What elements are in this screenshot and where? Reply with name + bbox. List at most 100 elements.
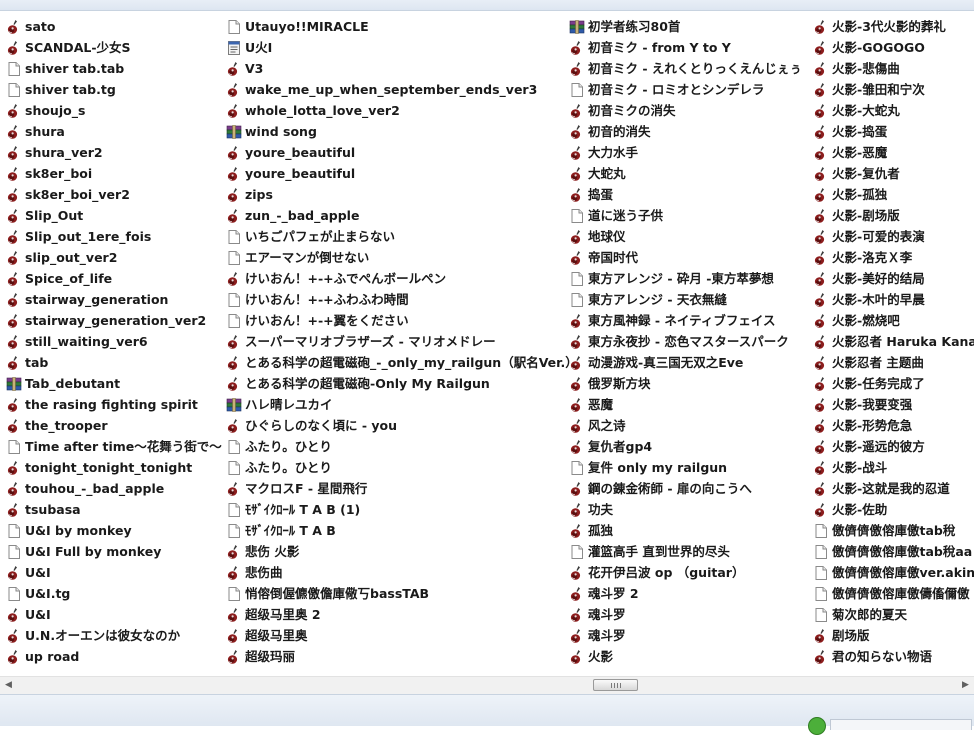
file-item[interactable]: shiver tab.tg <box>6 79 220 100</box>
file-item[interactable]: 火影-3代火影的葬礼 <box>813 16 974 37</box>
file-item[interactable]: 火影-复仇者 <box>813 163 974 184</box>
file-item[interactable]: 魂斗罗 2 <box>569 583 809 604</box>
file-item[interactable]: マクロスF - 星間飛行 <box>226 478 564 499</box>
file-item[interactable]: shura_ver2 <box>6 142 220 163</box>
file-item[interactable]: 灌篮高手 直到世界的尽头 <box>569 541 809 562</box>
file-item[interactable]: 火影-我要变强 <box>813 394 974 415</box>
file-item[interactable]: 火影-遥远的彼方 <box>813 436 974 457</box>
file-item[interactable]: 儌儕儕儌傛庫儌儔傗儞儌 <box>813 583 974 604</box>
file-item[interactable]: 悄傛倒偓儦儌儋庫儆丂bassTAB <box>226 583 564 604</box>
file-item[interactable]: ひぐらしのなく頃に - you <box>226 415 564 436</box>
file-item[interactable]: 火影-雏田和宁次 <box>813 79 974 100</box>
file-item[interactable]: ﾓｻﾞｲｸﾛｰﾙ T A B <box>226 520 564 541</box>
file-item[interactable]: 悲伤 火影 <box>226 541 564 562</box>
file-item[interactable]: V3 <box>226 58 564 79</box>
file-item[interactable]: 初音ミクの消失 <box>569 100 809 121</box>
file-item[interactable]: 初音ミク - えれくとりっくえんじぇぅ <box>569 58 809 79</box>
file-item[interactable]: still_waiting_ver6 <box>6 331 220 352</box>
file-item[interactable]: 儌儕儕儌傛庫儌tab稅aa <box>813 541 974 562</box>
file-item[interactable]: youre_beautiful <box>226 142 564 163</box>
file-item[interactable]: the_trooper <box>6 415 220 436</box>
file-item[interactable]: shoujo_s <box>6 100 220 121</box>
file-item[interactable]: up road <box>6 646 220 667</box>
file-list-view[interactable]: sato SCANDAL-少女S shiver tab.tab shiver tab.… <box>0 11 974 675</box>
file-item[interactable]: U.N.オーエンは彼女なのか <box>6 625 220 646</box>
file-item[interactable]: 复件 only my railgun <box>569 457 809 478</box>
file-item[interactable]: 儌儕儕儌傛庫儌tab稅 <box>813 520 974 541</box>
file-item[interactable]: 火影-捣蛋 <box>813 121 974 142</box>
file-item[interactable]: tonight_tonight_tonight <box>6 457 220 478</box>
file-item[interactable]: 菊次郎的夏天 <box>813 604 974 625</box>
file-item[interactable]: 捣蛋 <box>569 184 809 205</box>
file-item[interactable]: SCANDAL-少女S <box>6 37 220 58</box>
file-item[interactable]: Slip_out_1ere_fois <box>6 226 220 247</box>
file-item[interactable]: stairway_generation <box>6 289 220 310</box>
file-item[interactable]: けいおん！+-+ふわふわ時間 <box>226 289 564 310</box>
file-item[interactable]: 東方風神録 - ネイティブフェイス <box>569 310 809 331</box>
file-item[interactable]: 大力水手 <box>569 142 809 163</box>
file-item[interactable]: zips <box>226 184 564 205</box>
file-item[interactable]: 俄罗斯方块 <box>569 373 809 394</box>
file-item[interactable]: the rasing fighting spirit <box>6 394 220 415</box>
file-item[interactable]: Tab_debutant <box>6 373 220 394</box>
file-item[interactable]: 花开伊吕波 op （guitar） <box>569 562 809 583</box>
file-item[interactable]: sk8er_boi <box>6 163 220 184</box>
file-item[interactable]: 火影-形势危急 <box>813 415 974 436</box>
file-item[interactable]: とある科学の超電磁砲_-_only_my_railgun（駅名Ver.） <box>226 352 578 373</box>
file-item[interactable]: whole_lotta_love_ver2 <box>226 100 564 121</box>
file-item[interactable]: U&I <box>6 562 220 583</box>
scroll-right-arrow-icon[interactable]: ▶ <box>957 677 974 694</box>
file-item[interactable]: 君の知らない物语 <box>813 646 974 667</box>
file-item[interactable]: 火影忍者 主题曲 <box>813 352 974 373</box>
file-item[interactable]: 功夫 <box>569 499 809 520</box>
file-item[interactable]: Spice_of_life <box>6 268 220 289</box>
file-item[interactable]: 风之诗 <box>569 415 809 436</box>
file-item[interactable]: ふたり。ひとり <box>226 436 564 457</box>
file-item[interactable]: U&I.tg <box>6 583 220 604</box>
file-item[interactable]: 火影-孤独 <box>813 184 974 205</box>
file-item[interactable]: 東方永夜抄 - 恋色マスタースパーク <box>569 331 809 352</box>
file-item[interactable]: 大蛇丸 <box>569 163 809 184</box>
file-item[interactable]: 初音的消失 <box>569 121 809 142</box>
file-item[interactable]: 火影-任务完成了 <box>813 373 974 394</box>
file-item[interactable]: shiver tab.tab <box>6 58 220 79</box>
file-item[interactable]: 火影-燃烧吧 <box>813 310 974 331</box>
file-item[interactable]: 初学者练习80首 <box>569 16 809 37</box>
file-item[interactable]: 初音ミク - ロミオとシンデレラ <box>569 79 809 100</box>
file-item[interactable]: 火影-可爱的表演 <box>813 226 974 247</box>
scrollbar-thumb[interactable] <box>593 679 638 691</box>
file-item[interactable]: とある科学の超電磁砲-Only My Railgun <box>226 373 564 394</box>
file-item[interactable]: stairway_generation_ver2 <box>6 310 220 331</box>
file-item[interactable]: 超级玛丽 <box>226 646 564 667</box>
file-item[interactable]: ﾓｻﾞｲｸﾛｰﾙ T A B (1) <box>226 499 564 520</box>
file-item[interactable]: 动漫游戏-真三国无双之Eve <box>569 352 809 373</box>
file-item[interactable]: tab <box>6 352 220 373</box>
file-item[interactable]: 孤独 <box>569 520 809 541</box>
file-item[interactable]: 火影-这就是我的忍道 <box>813 478 974 499</box>
file-item[interactable]: スーパーマリオブラザーズ - マリオメドレー <box>226 331 564 352</box>
file-item[interactable]: 火影-恶魔 <box>813 142 974 163</box>
file-item[interactable]: 火影-美好的结局 <box>813 268 974 289</box>
file-item[interactable]: 道に迷う子供 <box>569 205 809 226</box>
file-item[interactable]: 超级马里奥 <box>226 625 564 646</box>
file-item[interactable]: 魂斗罗 <box>569 625 809 646</box>
file-item[interactable]: 复仇者gp4 <box>569 436 809 457</box>
file-item[interactable]: けいおん！+-+ふでぺんボールペン <box>226 268 564 289</box>
file-item[interactable]: U&I <box>6 604 220 625</box>
file-item[interactable]: ハレ晴レユカイ <box>226 394 564 415</box>
file-item[interactable]: Time after time～花舞う街で～ <box>6 436 222 457</box>
file-item[interactable]: 恶魔 <box>569 394 809 415</box>
file-item[interactable]: 初音ミク - from Y to Y <box>569 37 809 58</box>
file-item[interactable]: 火影忍者 Haruka Kanata <box>813 331 974 352</box>
file-item[interactable]: 東方アレンジ - 天衣無縫 <box>569 289 809 310</box>
file-item[interactable]: wind song <box>226 121 564 142</box>
file-item[interactable]: 火影-大蛇丸 <box>813 100 974 121</box>
file-item[interactable]: ふたり。ひとり <box>226 457 564 478</box>
file-item[interactable]: 魂斗罗 <box>569 604 809 625</box>
file-item[interactable]: 火影-战斗 <box>813 457 974 478</box>
file-item[interactable]: youre_beautiful <box>226 163 564 184</box>
file-item[interactable]: 火影-悲傷曲 <box>813 58 974 79</box>
file-item[interactable]: slip_out_ver2 <box>6 247 220 268</box>
file-item[interactable]: 剧场版 <box>813 625 974 646</box>
file-item[interactable]: 火影-佐助 <box>813 499 974 520</box>
